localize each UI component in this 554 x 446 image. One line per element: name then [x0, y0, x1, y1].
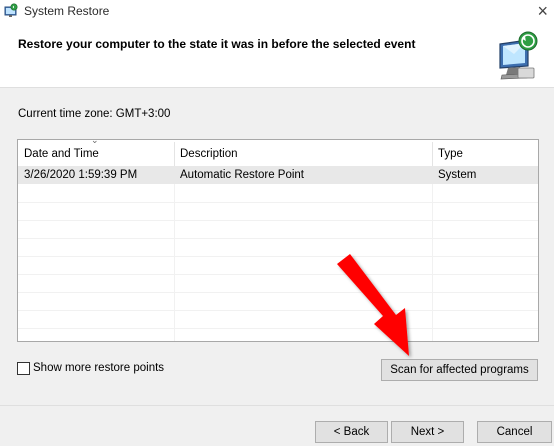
checkbox-label[interactable]: Show more restore points	[33, 362, 164, 374]
column-header-label: Description	[180, 148, 238, 160]
next-button[interactable]: Next >	[391, 421, 464, 443]
grid-row-line	[18, 310, 538, 311]
grid-row-line	[18, 202, 538, 203]
scan-affected-programs-button[interactable]: Scan for affected programs	[381, 359, 538, 381]
grid-row-line	[18, 220, 538, 221]
wizard-header: Restore your computer to the state it wa…	[0, 24, 554, 88]
table-row[interactable]: 3/26/2020 1:59:39 PM Automatic Restore P…	[18, 166, 538, 184]
grid-column-line	[432, 166, 433, 341]
back-button[interactable]: < Back	[315, 421, 388, 443]
row-description: Automatic Restore Point	[180, 169, 305, 181]
sort-descending-icon: ⌄	[91, 139, 99, 145]
grid-column-line	[174, 166, 175, 341]
title-bar: System Restore ×	[0, 0, 554, 24]
cancel-button[interactable]: Cancel	[477, 421, 552, 443]
row-type: System	[438, 169, 477, 181]
window-title: System Restore	[24, 4, 110, 18]
row-date: 3/26/2020 1:59:39 PM	[24, 169, 138, 181]
column-header-label: Type	[438, 148, 463, 160]
time-zone-label: Current time zone: GMT+3:00	[18, 108, 171, 120]
grid-row-line	[18, 274, 538, 275]
column-header-label: Date and Time	[24, 148, 99, 160]
system-restore-app-icon	[4, 3, 18, 17]
column-header-description[interactable]: Description	[174, 140, 432, 166]
footer-divider	[0, 405, 554, 406]
page-heading: Restore your computer to the state it wa…	[18, 37, 416, 51]
grid-row-line	[18, 238, 538, 239]
close-icon[interactable]: ×	[537, 1, 548, 21]
system-restore-monitor-icon	[499, 31, 538, 80]
grid-row-line	[18, 292, 538, 293]
grid-row-line	[18, 328, 538, 329]
list-header: Date and Time ⌄ Description Type	[18, 140, 538, 166]
checkbox-box[interactable]	[17, 362, 30, 375]
grid-row-line	[18, 256, 538, 257]
column-header-type[interactable]: Type	[432, 140, 538, 166]
restore-point-list[interactable]: Date and Time ⌄ Description Type 3/26/20…	[17, 139, 539, 342]
